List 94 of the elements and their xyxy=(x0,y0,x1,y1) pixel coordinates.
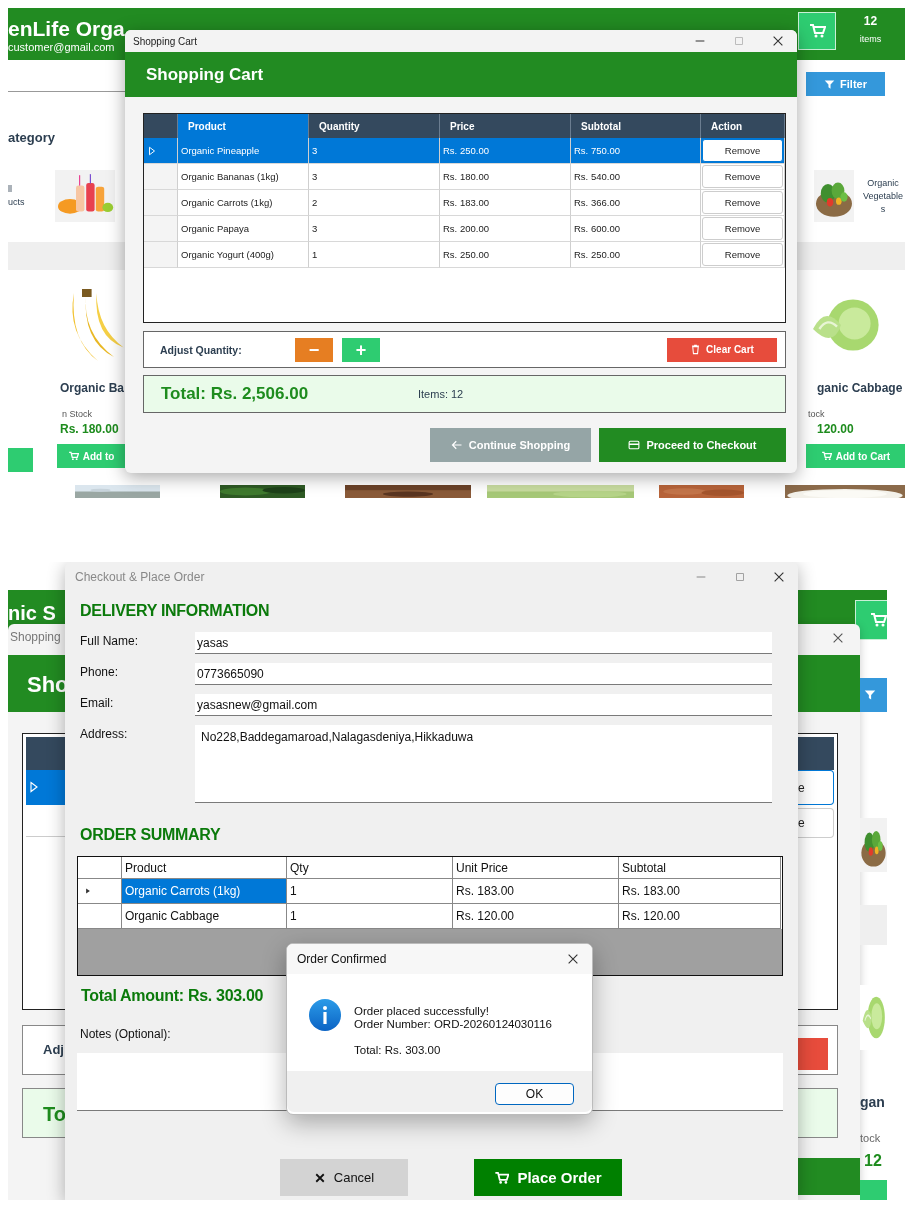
cart-label: items xyxy=(858,34,883,44)
row-pointer-icon xyxy=(147,144,157,157)
message-total: Total: Rs. 303.00 xyxy=(354,1044,442,1057)
message-text: Order Number: ORD-20260124030116 xyxy=(354,1018,552,1031)
close-icon[interactable] xyxy=(831,631,845,645)
table-row[interactable]: Organic Pineapple 3 Rs. 250.00 Rs. 750.00 Remove xyxy=(144,138,785,164)
product-price: 12 xyxy=(864,1152,882,1170)
product-name: ganic Cabbage xyxy=(816,381,904,395)
remove-button[interactable]: Remove xyxy=(702,243,783,266)
message-text: Order placed successfully! xyxy=(354,1005,490,1018)
window-title: Shopping Cart xyxy=(133,35,197,47)
field-label: Notes (Optional): xyxy=(79,1027,172,1041)
field-label: Full Name: xyxy=(80,633,139,650)
checkout-button[interactable] xyxy=(798,1158,860,1195)
cart-icon xyxy=(494,1170,510,1185)
close-icon[interactable] xyxy=(771,34,785,48)
category-label: ll ucts xyxy=(8,183,24,209)
table-row[interactable]: Organic Yogurt (400g) 1 Rs. 250.00 Rs. 250.00 Remove xyxy=(144,242,785,268)
table-cell: Rs. 250.00 xyxy=(440,242,571,268)
stock-status: tock xyxy=(860,1132,881,1144)
product-name: gan xyxy=(860,1094,885,1110)
place-order-button[interactable]: Place Order xyxy=(474,1159,622,1196)
window-title: Shopping xyxy=(10,630,61,644)
checkout-button[interactable]: Proceed to Checkout xyxy=(599,428,786,462)
close-icon xyxy=(313,1171,326,1184)
section-heading: DELIVERY INFORMATION xyxy=(79,601,271,621)
table-row[interactable]: Organic Bananas (1kg) 3 Rs. 180.00 Rs. 540.00 Remove xyxy=(144,164,785,190)
order-total: Total Amount: Rs. 303.00 xyxy=(80,987,265,1005)
cart-icon xyxy=(820,451,832,461)
remove-button[interactable]: Remove xyxy=(702,217,783,240)
remove-button[interactable]: Remove xyxy=(702,191,783,214)
text-field[interactable]: yasasnew@gmail.com xyxy=(195,694,772,716)
section-heading: ategory xyxy=(8,129,56,147)
close-icon[interactable] xyxy=(566,952,580,966)
item-count: Items: 12 xyxy=(418,388,464,400)
address-field[interactable]: No228,Baddegamaroad,Nalagasdeniya,Hikkaduwa xyxy=(195,725,772,803)
dialog-title: Shopping Cart xyxy=(146,64,264,85)
table-row[interactable]: Organic Papaya 3 Rs. 200.00 Rs. 600.00 Remove xyxy=(144,216,785,242)
table-cell: 1 xyxy=(287,904,453,929)
product-name: Organic Ba xyxy=(59,381,126,395)
trash-icon xyxy=(690,344,702,355)
dialog-title: Order Confirmed xyxy=(297,952,387,966)
section-heading: ORDER SUMMARY xyxy=(79,825,222,845)
product-price: Rs. 180.00 xyxy=(59,422,120,436)
table-cell[interactable]: Organic Cabbage xyxy=(122,904,287,929)
table-cell: 1 xyxy=(309,242,440,268)
adjust-label: Adj xyxy=(43,1042,64,1057)
row-pointer-icon xyxy=(28,780,40,794)
filter-button[interactable] xyxy=(860,678,887,712)
stock-status: tock xyxy=(807,409,826,419)
user-email: customer@gmail.com xyxy=(8,41,116,53)
stock-status: n Stock xyxy=(61,409,93,419)
table-cell: Rs. 120.00 xyxy=(619,904,781,929)
cart-total: Total: Rs. 2,506.00 xyxy=(161,384,310,404)
filter-icon xyxy=(864,689,876,701)
ok-button[interactable]: OK xyxy=(495,1083,574,1105)
table-cell[interactable]: Organic Carrots (1kg) xyxy=(122,879,287,904)
window-title: Checkout & Place Order xyxy=(75,570,205,584)
cart-button[interactable] xyxy=(855,600,887,640)
maximize-icon[interactable] xyxy=(734,571,746,583)
close-icon[interactable] xyxy=(772,570,786,584)
arrow-left-icon xyxy=(450,439,463,451)
cancel-button[interactable]: Cancel xyxy=(280,1159,408,1196)
product-price: 120.00 xyxy=(816,422,855,436)
cart-total: To xyxy=(43,1103,66,1125)
table-cell: Rs. 250.00 xyxy=(571,242,701,268)
field-label: Phone: xyxy=(80,664,120,681)
remove-button[interactable]: e xyxy=(796,770,834,805)
adjust-label: Adjust Quantity: xyxy=(160,343,243,356)
remove-button[interactable]: e xyxy=(796,808,834,838)
clear-cart-button[interactable]: Clear Cart xyxy=(667,337,777,362)
cart-button[interactable] xyxy=(798,12,836,50)
text-field[interactable]: yasas xyxy=(195,632,772,654)
field-label: Address: xyxy=(80,726,129,743)
info-icon xyxy=(309,999,341,1031)
cart-icon xyxy=(869,612,887,628)
cart-icon xyxy=(808,23,826,39)
remove-button[interactable]: Remove xyxy=(702,139,783,162)
category-label: Organic Vegetables xyxy=(861,176,904,216)
table-cell: Rs. 120.00 xyxy=(453,904,619,929)
clear-cart-button[interactable] xyxy=(798,1038,828,1070)
table-cell: Organic Yogurt (400g) xyxy=(178,242,309,268)
remove-button[interactable]: Remove xyxy=(702,165,783,188)
field-label: Email: xyxy=(80,695,115,712)
store-title: enLife Orga xyxy=(8,17,125,41)
store-title: nic S xyxy=(8,602,56,624)
table-row[interactable]: Organic Carrots (1kg) 2 Rs. 183.00 Rs. 366.00 Remove xyxy=(144,190,785,216)
text-field[interactable]: 0773665090 xyxy=(195,663,772,685)
cart-icon xyxy=(67,451,79,461)
maximize-icon[interactable] xyxy=(733,35,745,47)
column-header[interactable]: Product xyxy=(178,114,309,138)
card-icon xyxy=(628,439,641,451)
cart-count: 12 xyxy=(862,14,879,28)
filter-icon xyxy=(824,78,836,90)
